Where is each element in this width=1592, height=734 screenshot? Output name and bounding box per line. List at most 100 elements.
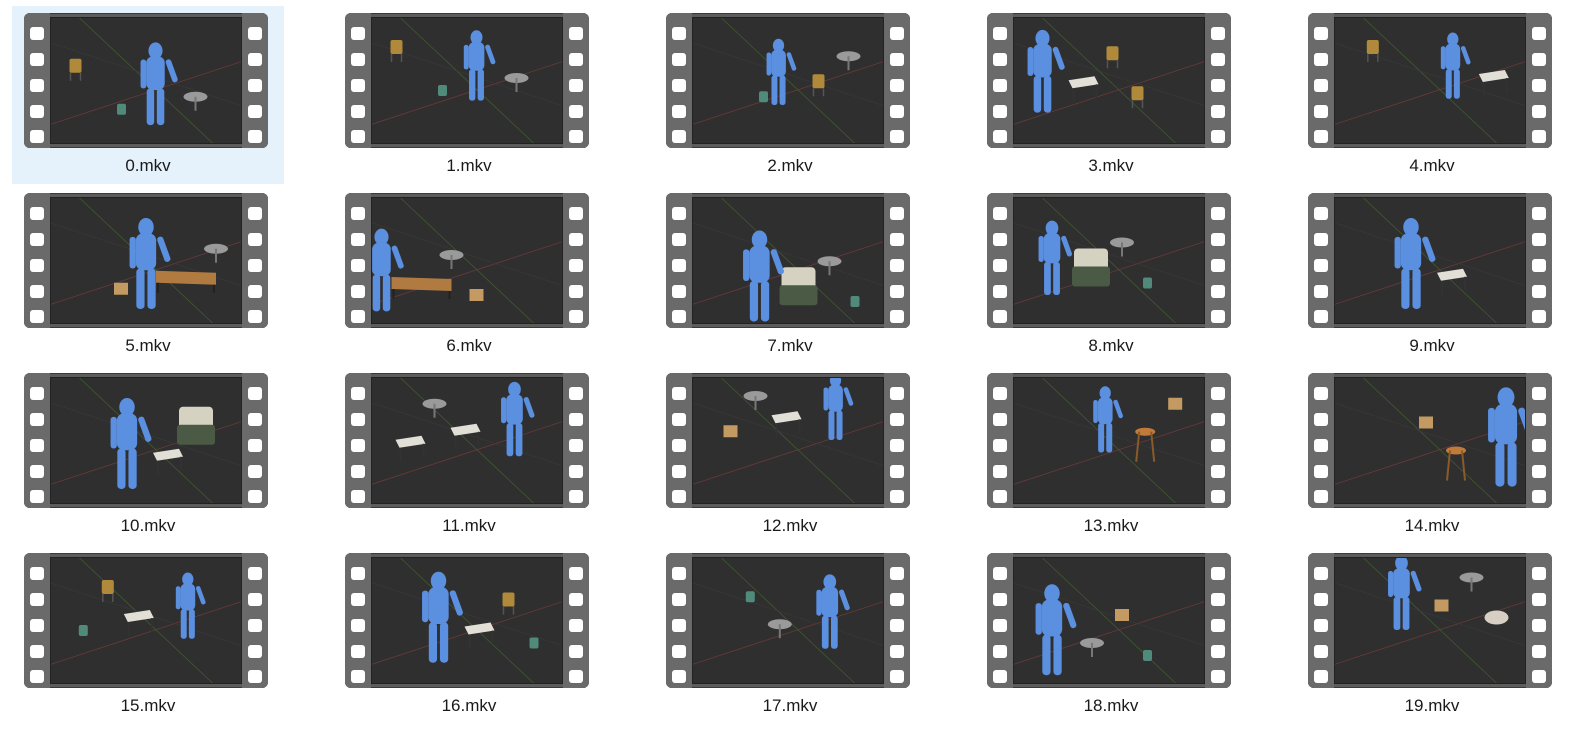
chair-prop	[69, 58, 82, 81]
film-strip-right	[242, 193, 268, 328]
file-item[interactable]: 13.mkv	[975, 366, 1247, 544]
film-strip-left	[1308, 373, 1334, 508]
file-item[interactable]: 12.mkv	[654, 366, 926, 544]
sprocket-hole	[1532, 53, 1546, 66]
sprocket-hole	[1211, 130, 1225, 143]
video-film-strip-icon	[666, 553, 910, 688]
sprocket-hole	[1532, 619, 1546, 632]
sprocket-hole	[672, 27, 686, 40]
sprocket-hole	[672, 79, 686, 92]
desk-prop	[771, 411, 802, 438]
human-figure	[463, 30, 496, 101]
file-item[interactable]: 5.mkv	[12, 186, 284, 364]
sprocket-hole	[248, 27, 262, 40]
sprocket-hole	[890, 465, 904, 478]
sprocket-hole	[30, 490, 44, 503]
video-preview-frame	[1013, 557, 1205, 684]
sprocket-hole	[30, 79, 44, 92]
table-prop	[817, 256, 842, 276]
file-item[interactable]: 14.mkv	[1296, 366, 1568, 544]
sprocket-hole	[30, 439, 44, 452]
video-preview-frame	[1013, 377, 1205, 504]
sprocket-hole	[351, 310, 365, 323]
file-item[interactable]: 3.mkv	[975, 6, 1247, 184]
file-item[interactable]: 17.mkv	[654, 546, 926, 724]
sprocket-hole	[569, 619, 583, 632]
film-strip-right	[1526, 553, 1552, 688]
file-item[interactable]: 16.mkv	[333, 546, 605, 724]
sprocket-hole	[351, 27, 365, 40]
sprocket-hole	[248, 207, 262, 220]
file-item[interactable]: 2.mkv	[654, 6, 926, 184]
plate-prop	[1484, 610, 1509, 625]
video-film-strip-icon	[666, 13, 910, 148]
sprocket-hole	[30, 27, 44, 40]
sprocket-hole	[993, 259, 1007, 272]
sprocket-hole	[1211, 670, 1225, 683]
film-strip-left	[987, 373, 1013, 508]
sprocket-hole	[569, 233, 583, 246]
sprocket-hole	[30, 53, 44, 66]
sprocket-hole	[1532, 27, 1546, 40]
table-prop	[767, 619, 792, 639]
video-preview-frame	[1334, 557, 1526, 684]
film-strip-right	[884, 193, 910, 328]
film-strip-left	[666, 553, 692, 688]
file-item[interactable]: 18.mkv	[975, 546, 1247, 724]
sprocket-hole	[1532, 310, 1546, 323]
file-item[interactable]: 19.mkv	[1296, 546, 1568, 724]
file-item[interactable]: 10.mkv	[12, 366, 284, 544]
file-name-label: 2.mkv	[767, 156, 813, 175]
sprocket-hole	[1314, 670, 1328, 683]
file-item[interactable]: 6.mkv	[333, 186, 605, 364]
sprocket-hole	[1532, 413, 1546, 426]
box-prop	[723, 425, 738, 438]
sprocket-hole	[890, 53, 904, 66]
film-strip-left	[666, 373, 692, 508]
sprocket-hole	[993, 130, 1007, 143]
bin-prop	[1143, 650, 1152, 661]
sprocket-hole	[351, 130, 365, 143]
sprocket-hole	[248, 285, 262, 298]
video-film-strip-icon	[24, 373, 268, 508]
video-preview-frame	[371, 377, 563, 504]
sprocket-hole	[248, 567, 262, 580]
file-item[interactable]: 8.mkv	[975, 186, 1247, 364]
video-film-strip-icon	[1308, 193, 1552, 328]
sprocket-hole	[1532, 465, 1546, 478]
sprocket-hole	[993, 233, 1007, 246]
file-item[interactable]: 11.mkv	[333, 366, 605, 544]
bin-prop	[850, 296, 860, 307]
film-strip-left	[987, 553, 1013, 688]
file-item[interactable]: 15.mkv	[12, 546, 284, 724]
sprocket-hole	[248, 593, 262, 606]
chair-prop	[1131, 86, 1144, 109]
sprocket-hole	[351, 387, 365, 400]
human-figure	[823, 378, 854, 440]
file-item[interactable]: 0.mkv	[12, 6, 284, 184]
file-item[interactable]: 1.mkv	[333, 6, 605, 184]
sprocket-hole	[30, 233, 44, 246]
chair-prop	[1366, 40, 1379, 62]
film-strip-right	[563, 193, 589, 328]
bench-prop	[391, 277, 452, 299]
sprocket-hole	[672, 207, 686, 220]
human-figure	[1394, 217, 1436, 309]
sprocket-hole	[890, 670, 904, 683]
film-strip-left	[987, 13, 1013, 148]
file-item[interactable]: 4.mkv	[1296, 6, 1568, 184]
sprocket-hole	[248, 439, 262, 452]
sprocket-hole	[1532, 439, 1546, 452]
video-preview-frame	[692, 17, 884, 144]
file-item[interactable]: 7.mkv	[654, 186, 926, 364]
sprocket-hole	[1314, 53, 1328, 66]
file-item[interactable]: 9.mkv	[1296, 186, 1568, 364]
sprocket-hole	[569, 645, 583, 658]
sprocket-hole	[569, 310, 583, 323]
sprocket-hole	[351, 207, 365, 220]
sprocket-hole	[1314, 79, 1328, 92]
chair-prop	[101, 580, 114, 602]
sprocket-hole	[993, 105, 1007, 118]
bin-prop	[529, 637, 539, 649]
film-strip-left	[24, 373, 50, 508]
